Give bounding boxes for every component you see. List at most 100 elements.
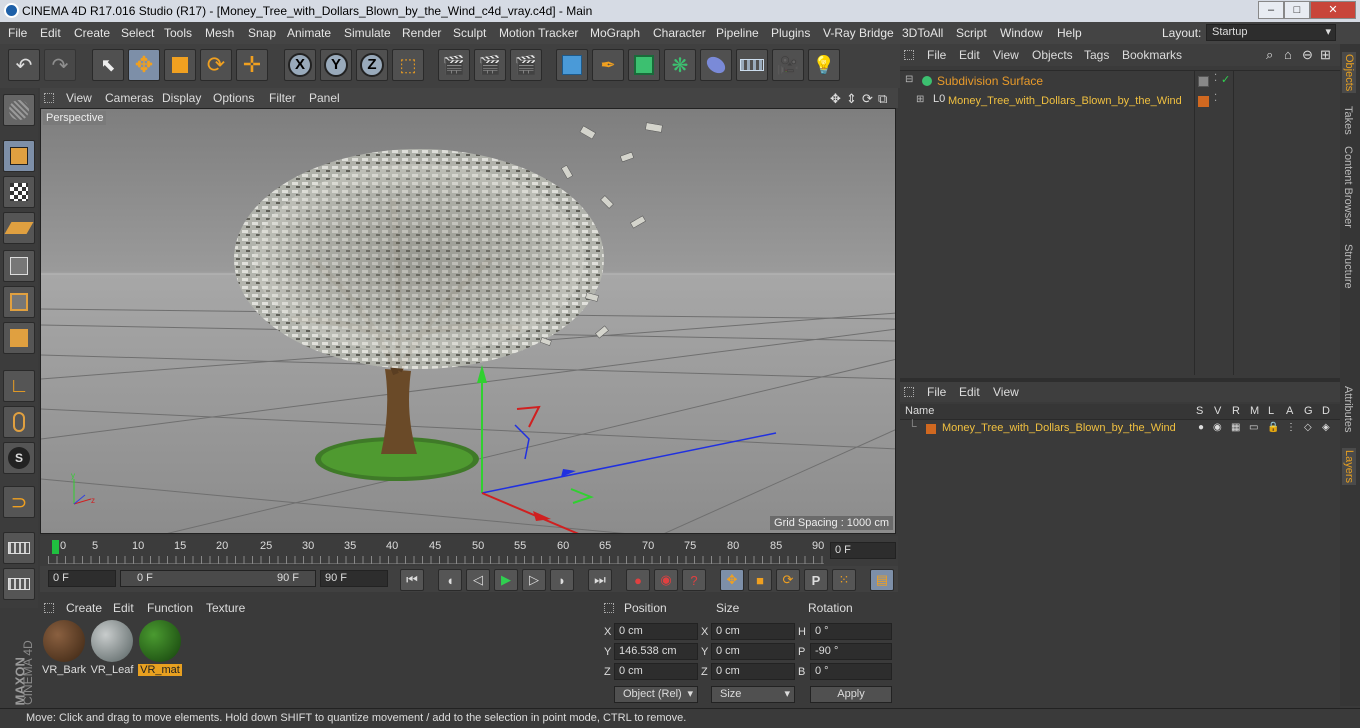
material-menu-edit[interactable]: Edit — [113, 601, 134, 615]
menu-window[interactable]: Window — [1000, 26, 1043, 40]
menu-render[interactable]: Render — [402, 26, 441, 40]
points-mode-button[interactable] — [3, 250, 35, 282]
eye-icon[interactable]: ◉ — [1213, 422, 1222, 433]
deformer-icon[interactable]: ◈ — [1322, 422, 1330, 433]
viewport-rotate-icon[interactable]: ⟳ — [862, 91, 873, 107]
timeline-track[interactable]: 0 5 10 15 20 25 30 35 40 45 50 55 60 65 … — [48, 538, 824, 564]
position-y-field[interactable]: 146.538 cm — [614, 643, 698, 660]
key-rotation-button[interactable]: ⟳ — [776, 569, 800, 591]
expand-icon[interactable]: ⊞ — [916, 94, 924, 105]
next-key-button[interactable]: ◗ — [550, 569, 574, 591]
rotate-tool-button[interactable]: ⟳ — [200, 49, 232, 81]
menu-file[interactable]: File — [8, 26, 27, 40]
timeline-ruler[interactable]: 0 5 10 15 20 25 30 35 40 45 50 55 60 65 … — [40, 536, 898, 566]
menu-tools[interactable]: Tools — [164, 26, 192, 40]
menu-mesh[interactable]: Mesh — [205, 26, 234, 40]
solo-toggle-icon[interactable]: ● — [1198, 422, 1204, 433]
scale-tool-button[interactable] — [164, 49, 196, 81]
axis-mode-button[interactable]: ∟ — [3, 370, 35, 402]
material-menu-texture[interactable]: Texture — [206, 601, 245, 615]
live-selection-button[interactable]: ⬉ — [92, 49, 124, 81]
layers-menu-edit[interactable]: Edit — [959, 385, 980, 399]
add-light-button[interactable]: 💡 — [808, 49, 840, 81]
solo-button[interactable]: S — [3, 442, 35, 474]
position-z-field[interactable]: 0 cm — [614, 663, 698, 680]
visibility-dots-icon[interactable]: ⁚ — [1214, 73, 1217, 84]
tweak-mode-button[interactable] — [3, 406, 35, 438]
position-x-field[interactable]: 0 cm — [614, 623, 698, 640]
layout-dropdown[interactable]: Startup ▾ — [1206, 24, 1336, 41]
record-keys-button[interactable]: ● — [626, 569, 650, 591]
viewport-menu-cameras[interactable]: Cameras — [105, 91, 154, 105]
menu-plugins[interactable]: Plugins — [771, 26, 810, 40]
size-mode-dropdown[interactable]: Size ▾ — [711, 686, 795, 703]
move-tool-button[interactable]: ✥ — [128, 49, 160, 81]
menu-motion-tracker[interactable]: Motion Tracker — [499, 26, 578, 40]
frame-range-slider[interactable]: 0 F 90 F — [120, 570, 316, 587]
undo-button[interactable]: ↶ — [8, 49, 40, 81]
new-panel-icon[interactable]: ⊞ — [1320, 47, 1331, 63]
y-axis-button[interactable]: Y — [320, 49, 352, 81]
key-pla-button[interactable]: ⁙ — [832, 569, 856, 591]
menu-snap[interactable]: Snap — [248, 26, 276, 40]
maximize-button[interactable]: □ — [1284, 1, 1310, 19]
previous-key-button[interactable]: ◖ — [438, 569, 462, 591]
viewport-menu-panel[interactable]: Panel — [309, 91, 340, 105]
menu-create[interactable]: Create — [74, 26, 110, 40]
objects-menu-file[interactable]: File — [927, 48, 946, 62]
menu-simulate[interactable]: Simulate — [344, 26, 391, 40]
material-menu-create[interactable]: Create — [66, 601, 102, 615]
rotation-p-field[interactable]: -90 ° — [810, 643, 892, 660]
objects-menu-view[interactable]: View — [993, 48, 1019, 62]
link-icon[interactable]: ⊖ — [1302, 47, 1313, 63]
viewport-maximize-icon[interactable]: ⧉ — [878, 91, 887, 107]
minimize-button[interactable]: – — [1258, 1, 1284, 19]
menu-3dtoall[interactable]: 3DToAll — [902, 26, 943, 40]
rotation-b-field[interactable]: 0 ° — [810, 663, 892, 680]
z-axis-button[interactable]: Z — [356, 49, 388, 81]
objects-menu-bookmarks[interactable]: Bookmarks — [1122, 48, 1182, 62]
size-x-field[interactable]: 0 cm — [711, 623, 795, 640]
tab-attributes[interactable]: Attributes — [1342, 386, 1354, 432]
workplane-rotate-button[interactable] — [3, 568, 35, 600]
layers-menu-file[interactable]: File — [927, 385, 946, 399]
make-editable-button[interactable] — [3, 94, 35, 126]
viewport-pan-icon[interactable]: ✥ — [830, 91, 841, 107]
goto-end-button[interactable]: ⏭ — [588, 569, 612, 591]
key-parameter-button[interactable]: P — [804, 569, 828, 591]
playhead-marker[interactable] — [52, 540, 59, 554]
size-y-field[interactable]: 0 cm — [711, 643, 795, 660]
next-frame-button[interactable]: ▷ — [522, 569, 546, 591]
current-frame-field[interactable]: 0 F — [830, 542, 896, 559]
previous-frame-button[interactable]: ◁ — [466, 569, 490, 591]
add-cube-button[interactable] — [556, 49, 588, 81]
3d-viewport[interactable]: y z Perspective Grid Spacing : 1000 cm — [40, 108, 896, 534]
end-frame-field[interactable]: 90 F — [320, 570, 388, 587]
object-row[interactable]: ⊟ Subdivision Surface ⁚ ✓ — [900, 73, 1340, 91]
menu-mograph[interactable]: MoGraph — [590, 26, 640, 40]
add-pen-button[interactable]: ✒ — [592, 49, 624, 81]
render-view-button[interactable]: 🎬 — [438, 49, 470, 81]
add-deformer-button[interactable] — [700, 49, 732, 81]
tab-structure[interactable]: Structure — [1342, 244, 1354, 289]
polygons-mode-button[interactable] — [3, 322, 35, 354]
objects-menu-tags[interactable]: Tags — [1084, 48, 1109, 62]
key-position-button[interactable]: ✥ — [720, 569, 744, 591]
manager-icon[interactable]: ▭ — [1249, 422, 1258, 433]
viewport-menu-display[interactable]: Display — [162, 91, 201, 105]
objects-menu-objects[interactable]: Objects — [1032, 48, 1073, 62]
enabled-check-icon[interactable]: ✓ — [1221, 73, 1230, 86]
layer-color-swatch[interactable] — [926, 424, 936, 434]
layer-swatch-icon[interactable] — [1198, 96, 1209, 107]
viewport-menu-filter[interactable]: Filter — [269, 91, 296, 105]
add-array-button[interactable]: ❋ — [664, 49, 696, 81]
menu-select[interactable]: Select — [121, 26, 154, 40]
layer-swatch-icon[interactable] — [1198, 76, 1209, 87]
texture-mode-button[interactable] — [3, 176, 35, 208]
lock-icon[interactable]: 🔒 — [1267, 422, 1279, 433]
collapse-icon[interactable]: ⊟ — [905, 74, 913, 85]
menu-edit[interactable]: Edit — [40, 26, 61, 40]
viewport-menu-options[interactable]: Options — [213, 91, 254, 105]
recent-tool-button[interactable]: ✛ — [236, 49, 268, 81]
add-floor-button[interactable] — [736, 49, 768, 81]
